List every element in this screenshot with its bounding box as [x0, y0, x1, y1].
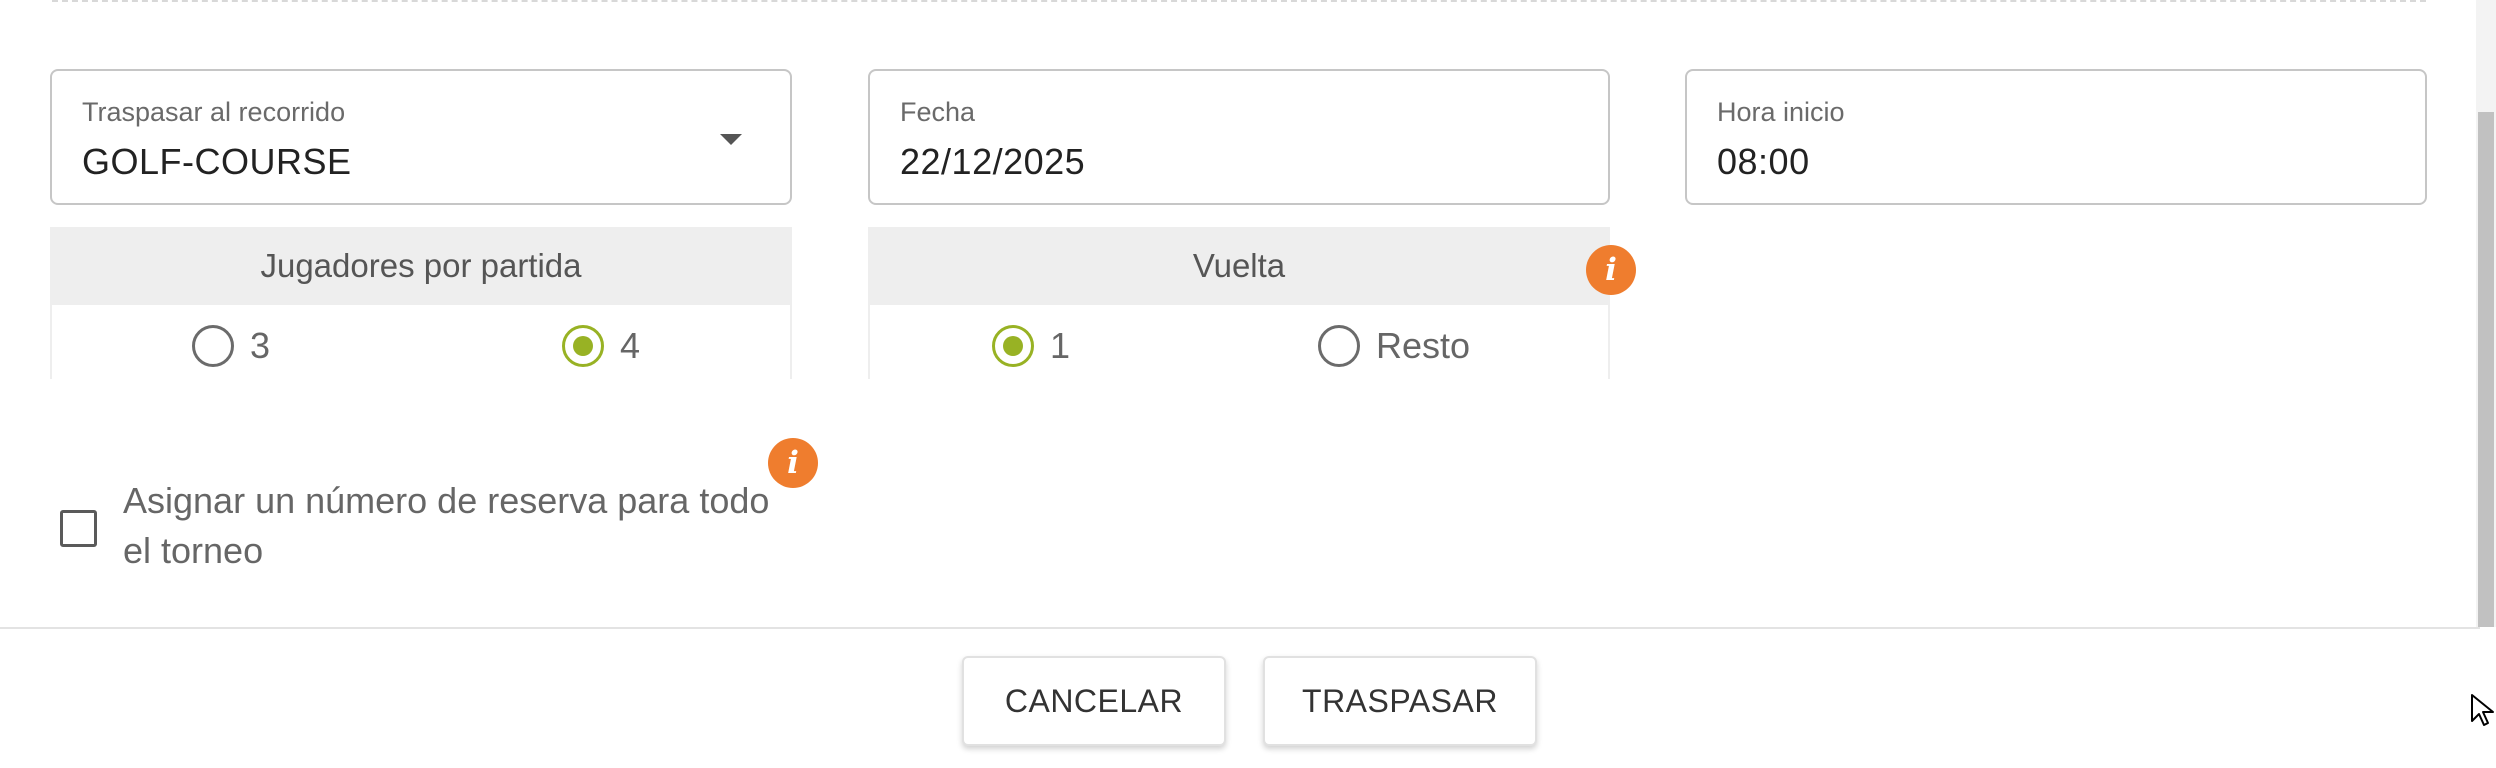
- checkbox-unchecked-icon[interactable]: [60, 510, 97, 547]
- start-time-field-label: Hora inicio: [1717, 97, 1845, 127]
- radio-players-3[interactable]: 3: [192, 325, 270, 367]
- reservation-checkbox-row[interactable]: Asignar un número de reserva para todo e…: [60, 476, 803, 576]
- scrollbar-thumb[interactable]: [2478, 112, 2494, 627]
- radio-round-1[interactable]: 1: [992, 325, 1070, 367]
- reservation-checkbox-label: Asignar un número de reserva para todo e…: [123, 480, 770, 571]
- reservation-info-icon[interactable]: i: [768, 438, 818, 488]
- radio-players-4[interactable]: 4: [562, 325, 640, 367]
- radio-unchecked-icon[interactable]: [1318, 325, 1360, 367]
- date-field[interactable]: Fecha 22/12/2025: [868, 69, 1610, 205]
- start-time-field-value: 08:00: [1717, 141, 1810, 182]
- mouse-cursor-icon: [2471, 694, 2494, 726]
- radio-players-3-label: 3: [250, 325, 271, 366]
- players-per-match-group: Jugadores por partida 3 4: [50, 227, 792, 379]
- round-group: Vuelta 1 Resto: [868, 227, 1610, 379]
- round-options: 1 Resto: [868, 305, 1610, 379]
- round-title: Vuelta: [868, 227, 1610, 305]
- round-info-icon[interactable]: i: [1586, 245, 1636, 295]
- transfer-dialog: Traspasar al recorrido GOLF-COURSE Fecha…: [0, 0, 2496, 768]
- date-field-label: Fecha: [900, 97, 976, 127]
- cancel-button[interactable]: CANCELAR: [962, 656, 1226, 746]
- radio-unchecked-icon[interactable]: [192, 325, 234, 367]
- start-time-field[interactable]: Hora inicio 08:00: [1685, 69, 2427, 205]
- radio-round-rest[interactable]: Resto: [1318, 325, 1470, 367]
- footer-divider: [0, 627, 2480, 629]
- radio-checked-icon[interactable]: [562, 325, 604, 367]
- players-per-match-options: 3 4: [50, 305, 792, 379]
- radio-players-4-label: 4: [620, 325, 641, 366]
- date-field-value: 22/12/2025: [900, 141, 1086, 182]
- course-select-label: Traspasar al recorrido: [82, 97, 346, 127]
- section-divider: [52, 0, 2426, 3]
- course-select-value: GOLF-COURSE: [82, 141, 352, 182]
- players-per-match-title: Jugadores por partida: [50, 227, 792, 305]
- radio-round-1-label: 1: [1050, 325, 1071, 366]
- radio-checked-icon[interactable]: [992, 325, 1034, 367]
- radio-round-rest-label: Resto: [1376, 325, 1471, 366]
- transfer-button[interactable]: TRASPASAR: [1263, 656, 1537, 746]
- dropdown-caret-icon[interactable]: [720, 134, 742, 145]
- course-select[interactable]: Traspasar al recorrido GOLF-COURSE: [50, 69, 792, 205]
